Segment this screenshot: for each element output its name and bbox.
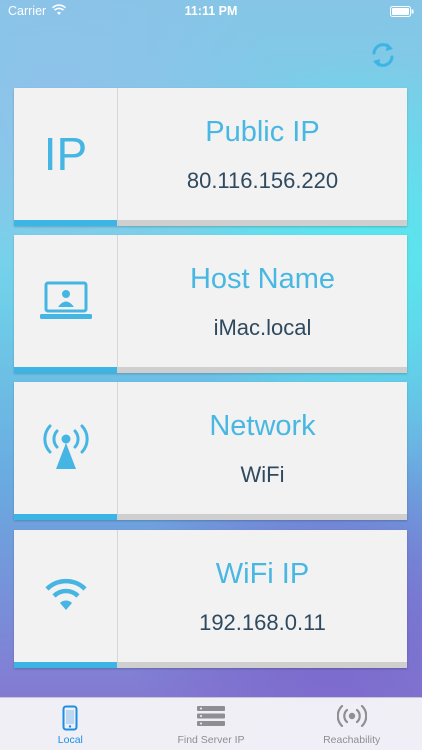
card-bottom-bar	[117, 514, 407, 520]
tab-local[interactable]: Local	[0, 698, 141, 750]
tab-reachability[interactable]: Reachability	[281, 698, 422, 750]
card-bottom-bar	[117, 367, 407, 373]
battery-icon	[390, 6, 414, 17]
network-title: Network	[209, 410, 316, 442]
wifi-icon	[44, 578, 87, 610]
wifi-ip-icon-cell	[14, 530, 118, 662]
status-time: 11:11 PM	[184, 4, 238, 18]
tab-find-server-ip-label: Find Server IP	[177, 734, 245, 746]
server-icon	[197, 706, 225, 726]
host-name-value: iMac.local	[213, 315, 312, 340]
card-bottom-bar	[117, 220, 407, 226]
ip-glyph-icon: IP	[43, 128, 88, 180]
tab-local-label: Local	[57, 734, 83, 746]
public-ip-card[interactable]: IP Public IP 80.116.156.220	[14, 88, 407, 226]
host-name-card[interactable]: Host Name iMac.local	[14, 235, 407, 373]
wifi-ip-card[interactable]: WiFi IP 192.168.0.11	[14, 530, 407, 668]
network-card[interactable]: Network WiFi	[14, 382, 407, 520]
laptop-user-icon	[39, 281, 92, 319]
public-ip-title: Public IP	[205, 116, 320, 148]
card-accent-bar	[14, 367, 117, 373]
refresh-icon[interactable]	[368, 40, 398, 70]
tab-reachability-label: Reachability	[323, 734, 381, 746]
card-bottom-bar	[117, 662, 407, 668]
card-accent-bar	[14, 220, 117, 226]
wifi-ip-title: WiFi IP	[215, 558, 310, 590]
tab-bar: Local Find Server IP Reachability	[0, 697, 422, 750]
host-name-icon-cell	[14, 235, 118, 367]
public-ip-value: 80.116.156.220	[186, 168, 339, 193]
wifi-ip-value: 192.168.0.11	[199, 610, 326, 635]
status-bar: Carrier 11:11 PM	[0, 0, 422, 22]
network-icon-cell	[14, 382, 118, 514]
broadcast-icon	[336, 705, 367, 727]
host-name-title: Host Name	[189, 263, 336, 295]
network-value: WiFi	[240, 462, 285, 487]
card-accent-bar	[14, 514, 117, 520]
tab-find-server-ip[interactable]: Find Server IP	[141, 698, 282, 750]
phone-icon	[62, 705, 78, 731]
antenna-icon	[42, 424, 89, 469]
card-accent-bar	[14, 662, 117, 668]
public-ip-icon-cell: IP	[14, 88, 118, 220]
